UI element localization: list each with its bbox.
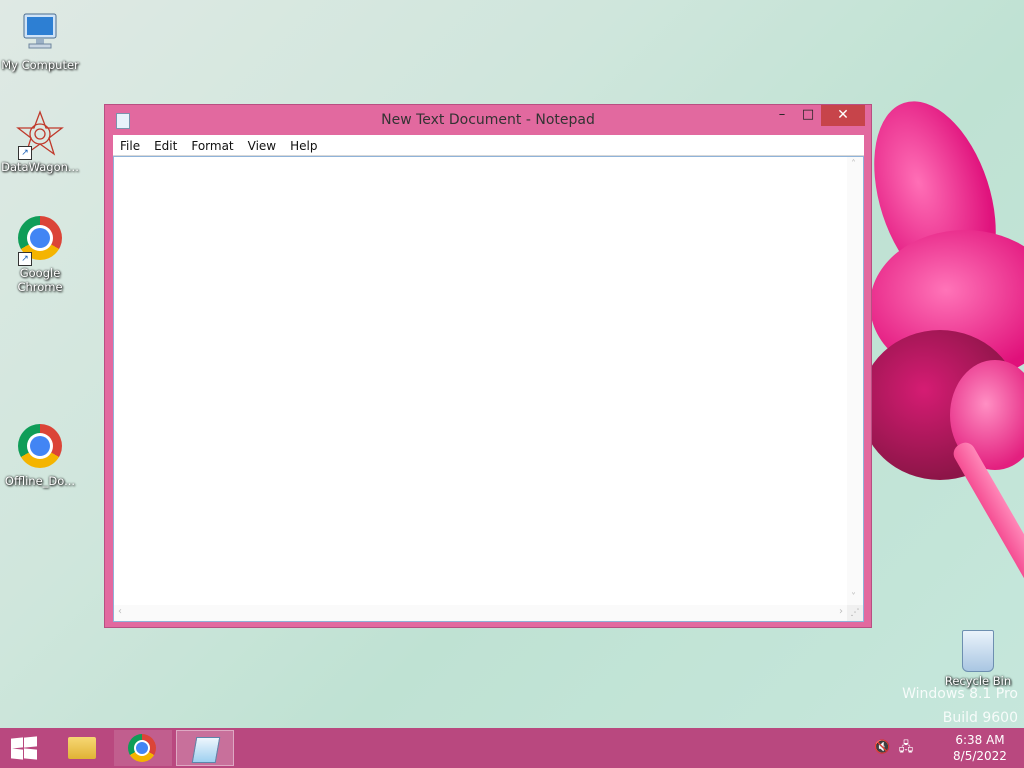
- desktop-icon-datawagon[interactable]: ↗ DataWagon...: [0, 110, 80, 174]
- desktop-icon-google-chrome[interactable]: ↗ Google Chrome: [0, 214, 80, 294]
- desktop-icon-label: Recycle Bin: [944, 674, 1012, 688]
- desktop-icon-offline-do[interactable]: Offline_Do...: [0, 422, 80, 488]
- text-editor-area[interactable]: ˄ ˅ ‹ › ⋰: [113, 156, 864, 622]
- computer-icon: [16, 8, 64, 56]
- recycle-bin-icon: [962, 630, 994, 672]
- menu-file[interactable]: File: [113, 136, 147, 156]
- taskbar-file-explorer[interactable]: [52, 730, 110, 766]
- taskbar: 🔇 🖧 6:38 AM 8/5/2022: [0, 728, 1024, 768]
- scroll-up-icon[interactable]: ˄: [851, 159, 856, 170]
- desktop-icon-my-computer[interactable]: My Computer: [0, 8, 80, 72]
- datawagon-icon: ↗: [16, 110, 64, 160]
- notepad-icon: [191, 737, 221, 763]
- minimize-button[interactable]: –: [769, 105, 795, 126]
- resize-grip-icon[interactable]: ⋰: [847, 605, 863, 621]
- build-watermark: Build 9600: [942, 710, 1018, 726]
- volume-muted-icon[interactable]: 🔇: [874, 740, 890, 756]
- scroll-down-icon[interactable]: ˅: [851, 592, 856, 603]
- menu-view[interactable]: View: [241, 136, 283, 156]
- desktop-icon-label: My Computer: [1, 58, 79, 72]
- scroll-left-icon[interactable]: ‹: [118, 606, 122, 617]
- windows-watermark: Windows 8.1 Pro: [902, 686, 1018, 702]
- desktop-icon-label: Google Chrome: [17, 266, 63, 294]
- menu-help[interactable]: Help: [283, 136, 324, 156]
- shortcut-arrow-icon: ↗: [18, 146, 32, 160]
- maximize-button[interactable]: □: [795, 105, 821, 126]
- notepad-window[interactable]: New Text Document - Notepad – □ ✕ File Ed…: [104, 104, 872, 628]
- network-icon[interactable]: 🖧: [898, 740, 914, 756]
- start-button[interactable]: [0, 728, 48, 768]
- menu-edit[interactable]: Edit: [147, 136, 184, 156]
- clock-time: 6:38 AM: [955, 733, 1005, 747]
- horizontal-scrollbar[interactable]: ‹ ›: [114, 605, 847, 621]
- folder-icon: [68, 737, 96, 759]
- taskbar-notepad[interactable]: [176, 730, 234, 766]
- chrome-icon: [18, 424, 62, 468]
- desktop-icon-label: DataWagon...: [1, 160, 79, 174]
- vertical-scrollbar[interactable]: ˄ ˅: [847, 157, 863, 605]
- menu-bar: File Edit Format View Help: [113, 135, 864, 156]
- close-button[interactable]: ✕: [821, 105, 865, 126]
- menu-format[interactable]: Format: [184, 136, 240, 156]
- clock-date: 8/5/2022: [953, 749, 1007, 763]
- scroll-right-icon[interactable]: ›: [839, 606, 843, 617]
- windows-logo-icon: [11, 736, 37, 760]
- title-bar[interactable]: New Text Document - Notepad – □ ✕: [105, 105, 871, 135]
- desktop-icon-label: Offline_Do...: [4, 474, 76, 488]
- system-clock[interactable]: 6:38 AM 8/5/2022: [950, 732, 1010, 764]
- taskbar-google-chrome[interactable]: [114, 730, 172, 766]
- chrome-icon: [128, 734, 156, 762]
- desktop-icon-recycle-bin[interactable]: Recycle Bin: [938, 630, 1018, 688]
- shortcut-arrow-icon: ↗: [18, 252, 32, 266]
- window-title: New Text Document - Notepad: [381, 112, 595, 128]
